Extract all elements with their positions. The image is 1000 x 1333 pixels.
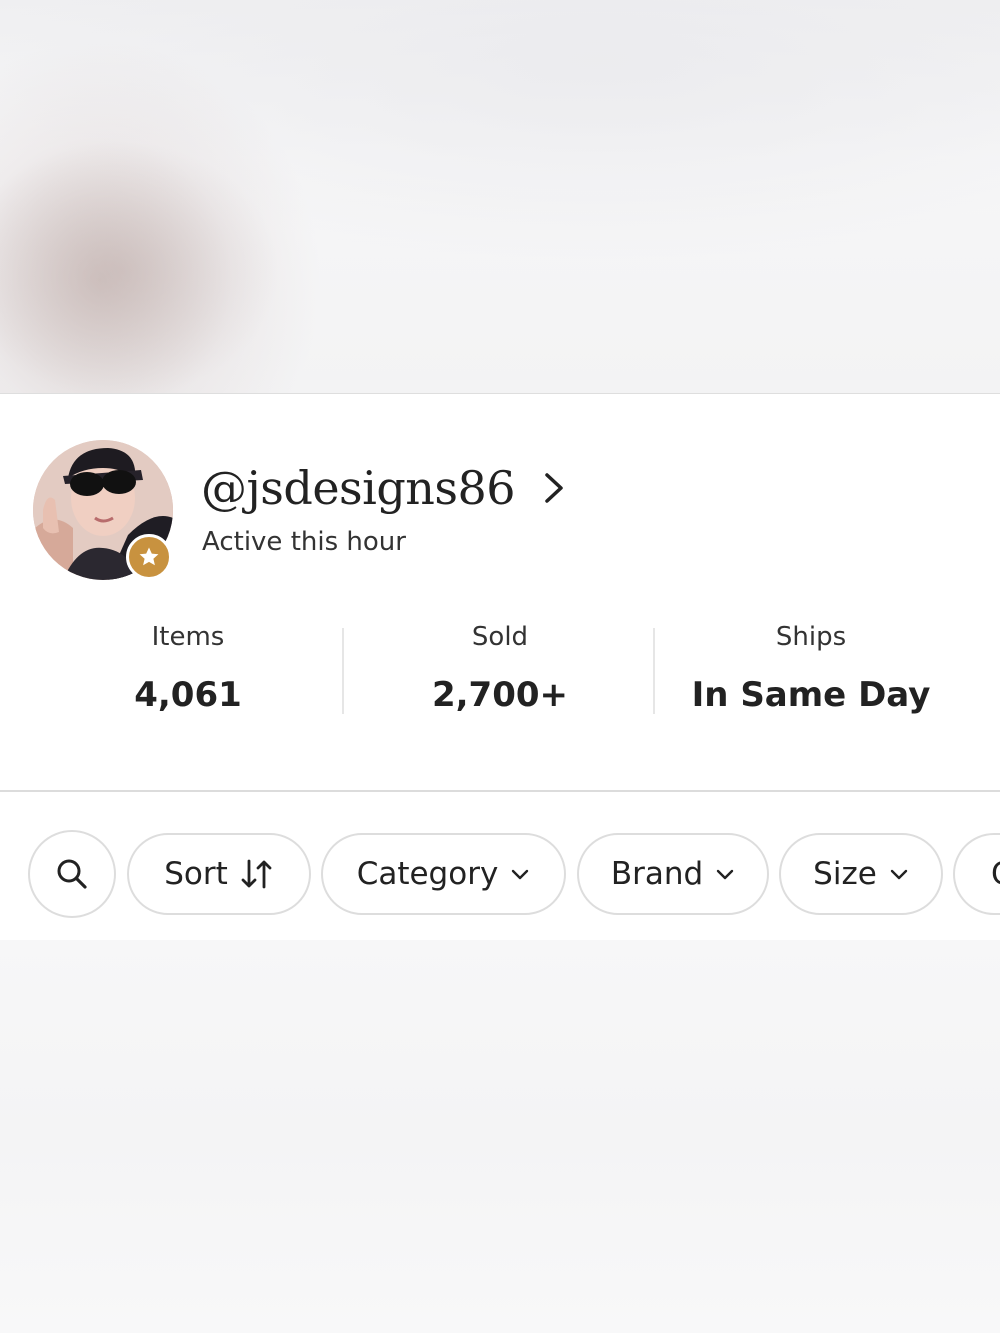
chevron-down-icon — [715, 867, 735, 881]
stat-ships: Ships In Same Day — [655, 615, 967, 731]
section-divider — [0, 790, 1000, 792]
banner-image — [0, 140, 280, 393]
search-icon — [57, 859, 87, 889]
star-badge — [126, 534, 172, 580]
category-filter[interactable]: Category — [321, 833, 566, 915]
stat-value: 2,700+ — [431, 675, 569, 715]
chevron-right-icon[interactable] — [540, 470, 568, 506]
chevron-down-icon — [510, 867, 530, 881]
stat-sold: Sold 2,700+ — [344, 615, 656, 731]
search-button[interactable] — [28, 830, 116, 918]
brand-label: Brand — [610, 856, 704, 892]
next-filter-partial[interactable]: C — [953, 833, 1000, 915]
category-label: Category — [356, 856, 499, 892]
stat-value: 4,061 — [134, 675, 242, 715]
size-label: Size — [813, 856, 877, 892]
next-filter-label: C — [991, 856, 1000, 892]
sort-arrows-icon — [240, 858, 274, 890]
sort-label: Sort — [164, 856, 228, 892]
profile-banner — [0, 0, 1000, 394]
seller-stats: Items 4,061 Sold 2,700+ Ships In Same Da… — [0, 615, 1000, 725]
filter-bar: Sort Category Brand Size — [0, 830, 1000, 918]
size-filter[interactable]: Size — [779, 833, 943, 915]
stat-label: Sold — [471, 622, 529, 652]
star-icon — [139, 547, 159, 566]
stat-value: In Same Day — [691, 675, 931, 715]
chevron-down-icon — [889, 867, 909, 881]
stat-items: Items 4,061 — [32, 615, 344, 731]
stat-label: Items — [151, 622, 225, 652]
brand-filter[interactable]: Brand — [577, 833, 769, 915]
username[interactable]: @jsdesigns86 — [201, 458, 516, 518]
stat-label: Ships — [775, 622, 847, 652]
sort-button[interactable]: Sort — [127, 833, 311, 915]
activity-status: Active this hour — [202, 527, 406, 557]
listings-loading-area — [0, 940, 1000, 1333]
